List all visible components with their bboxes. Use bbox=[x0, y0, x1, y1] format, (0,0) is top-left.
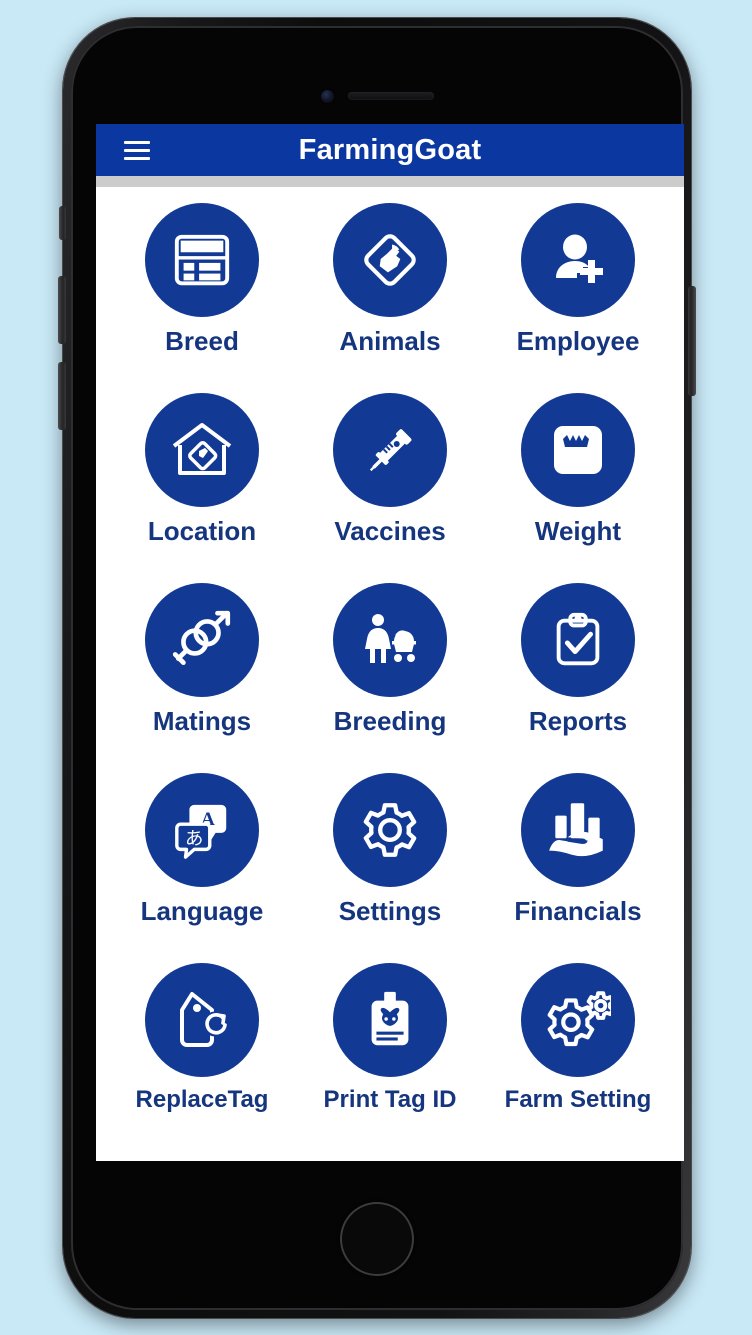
front-camera-icon bbox=[320, 89, 334, 103]
tile-settings[interactable]: Settings bbox=[296, 773, 484, 963]
mute-switch-button[interactable] bbox=[59, 206, 66, 240]
app-header-bar: FarmingGoat bbox=[96, 124, 684, 176]
tile-weight[interactable]: Weight bbox=[484, 393, 672, 583]
earpiece-speaker-icon bbox=[347, 92, 434, 100]
svg-text:あ: あ bbox=[185, 829, 203, 850]
tag-refresh-icon bbox=[145, 963, 259, 1077]
tile-label: Matings bbox=[152, 706, 252, 736]
table-card-icon bbox=[145, 203, 259, 317]
clipboard-check-icon bbox=[521, 583, 635, 697]
home-menu-grid: Breed Animals Employee Location Vaccines… bbox=[96, 187, 684, 1159]
phone-screen: FarmingGoat Breed Animals Employee Locat… bbox=[96, 124, 684, 1161]
tile-financials[interactable]: Financials bbox=[484, 773, 672, 963]
tile-label: Farm Setting bbox=[504, 1086, 652, 1113]
tile-breeding[interactable]: Breeding bbox=[296, 583, 484, 773]
tile-employee[interactable]: Employee bbox=[484, 203, 672, 393]
tile-vaccines[interactable]: Vaccines bbox=[296, 393, 484, 583]
home-button[interactable] bbox=[340, 1202, 414, 1276]
power-button[interactable] bbox=[688, 286, 696, 396]
gender-symbols-icon bbox=[145, 583, 259, 697]
tile-label: Financials bbox=[514, 896, 642, 926]
tile-label: Breed bbox=[165, 326, 239, 356]
tile-label: Language bbox=[140, 896, 264, 926]
tile-replacetag[interactable]: ReplaceTag bbox=[108, 963, 296, 1153]
tile-label: Employee bbox=[516, 326, 640, 356]
tile-label: Weight bbox=[534, 516, 622, 546]
tile-breed[interactable]: Breed bbox=[108, 203, 296, 393]
tile-label: Reports bbox=[528, 706, 628, 736]
tile-label: Animals bbox=[339, 326, 441, 356]
tile-reports[interactable]: Reports bbox=[484, 583, 672, 773]
mother-stroller-icon bbox=[333, 583, 447, 697]
volume-down-button[interactable] bbox=[58, 362, 66, 430]
tile-label: Location bbox=[147, 516, 257, 546]
tile-language[interactable]: A あ Language bbox=[108, 773, 296, 963]
weight-scale-icon bbox=[521, 393, 635, 507]
tile-label: Breeding bbox=[333, 706, 447, 736]
tile-label: ReplaceTag bbox=[135, 1086, 269, 1113]
header-divider bbox=[96, 176, 684, 187]
translate-bubbles-icon: A あ bbox=[145, 773, 259, 887]
double-gear-icon bbox=[521, 963, 635, 1077]
person-add-icon bbox=[521, 203, 635, 317]
hamburger-menu-icon[interactable] bbox=[124, 140, 150, 160]
tile-label: Vaccines bbox=[334, 516, 446, 546]
phone-sensor-row bbox=[63, 88, 691, 104]
tile-print-tag-id[interactable]: Print Tag ID bbox=[296, 963, 484, 1153]
syringe-icon bbox=[333, 393, 447, 507]
tile-label: Print Tag ID bbox=[323, 1086, 457, 1113]
barn-tag-icon bbox=[145, 393, 259, 507]
tile-animals[interactable]: Animals bbox=[296, 203, 484, 393]
tile-farm-setting[interactable]: Farm Setting bbox=[484, 963, 672, 1153]
diamond-goat-icon bbox=[333, 203, 447, 317]
gear-icon bbox=[333, 773, 447, 887]
tile-location[interactable]: Location bbox=[108, 393, 296, 583]
hand-bars-icon bbox=[521, 773, 635, 887]
app-title: FarmingGoat bbox=[298, 133, 482, 166]
id-card-goat-icon bbox=[333, 963, 447, 1077]
tile-matings[interactable]: Matings bbox=[108, 583, 296, 773]
volume-up-button[interactable] bbox=[58, 276, 66, 344]
tile-label: Settings bbox=[338, 896, 442, 926]
